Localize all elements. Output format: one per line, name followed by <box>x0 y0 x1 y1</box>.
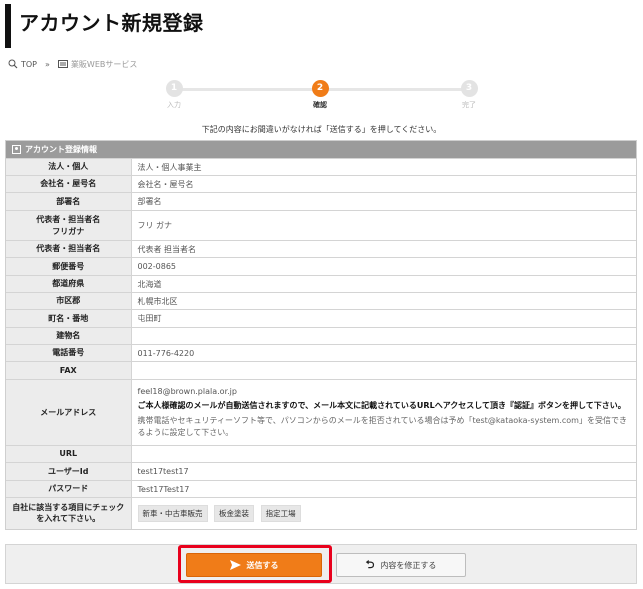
row-label: 都道府県 <box>6 275 132 293</box>
row-value <box>131 445 636 463</box>
row-label: 代表者・担当者名 フリガナ <box>6 210 132 241</box>
row-label-line2: フリガナ <box>52 226 85 236</box>
breadcrumb: TOP » 業販WEBサービス <box>8 58 137 70</box>
row-label-line1: 代表者・担当者名 <box>36 214 101 224</box>
form-header-title: アカウント登録情報 <box>25 145 97 154</box>
step-complete: 3 完了 <box>449 80 489 110</box>
row-label: 市区郡 <box>6 292 132 310</box>
step-line-2 <box>322 88 462 91</box>
tags-cell: 新車・中古車販売 板金塗装 指定工場 <box>131 497 636 529</box>
table-row: 会社名・屋号名 会社名・屋号名 <box>6 175 636 193</box>
top-icon <box>8 59 18 69</box>
list-icon <box>57 60 68 68</box>
page-title: アカウント新規登録 <box>5 4 305 48</box>
table-row: URL <box>6 445 636 463</box>
step-1-label: 入力 <box>167 101 181 109</box>
row-label: FAX <box>6 361 132 380</box>
row-value: 屯田町 <box>131 309 636 328</box>
table-row: 自社に該当する項目にチェック を入れて下さい。 新車・中古車販売 板金塗装 指定… <box>6 497 636 529</box>
table-row: パスワード Test17Test17 <box>6 480 636 498</box>
undo-icon: ⮌ <box>365 557 375 571</box>
tag-body-paint: 板金塗装 <box>214 504 255 522</box>
row-value: 代表者 担当者名 <box>131 240 636 258</box>
email-address: feel18@brown.plala.or.jp <box>137 386 237 396</box>
row-value: 法人・個人事業主 <box>131 158 636 176</box>
row-value: 011-776-4220 <box>131 344 636 362</box>
step-2-label: 確認 <box>313 101 327 109</box>
step-1-circle: 1 <box>165 80 183 97</box>
button-bar: 送信する ⮌ 内容を修正する <box>5 544 637 584</box>
tag-designated-factory: 指定工場 <box>260 504 301 522</box>
account-info-table: アカウント登録情報 法人・個人 法人・個人事業主 会社名・屋号名 会社名・屋号名… <box>5 140 637 530</box>
table-row: 代表者・担当者名 代表者 担当者名 <box>6 240 636 258</box>
row-label: 郵便番号 <box>6 257 132 276</box>
edit-button[interactable]: ⮌ 内容を修正する <box>336 553 466 577</box>
tag-new-used-sales: 新車・中古車販売 <box>137 504 208 522</box>
row-label: 建物名 <box>6 327 132 345</box>
email-cell: feel18@brown.plala.or.jp ご本人様確認のメールが自動送信… <box>131 379 636 446</box>
row-label: URL <box>6 445 132 463</box>
step-3-label: 完了 <box>462 101 476 109</box>
row-value: test17test17 <box>131 462 636 481</box>
row-value: 札幌市北区 <box>131 292 636 310</box>
user-icon <box>12 145 21 154</box>
table-row: 電話番号 011-776-4220 <box>6 344 636 362</box>
send-icon <box>229 560 241 570</box>
row-value: Test17Test17 <box>131 480 636 498</box>
table-row: 代表者・担当者名 フリガナ フリ ガナ <box>6 210 636 241</box>
table-row: 町名・番地 屯田町 <box>6 309 636 328</box>
table-row: 都道府県 北海道 <box>6 275 636 293</box>
table-row: 郵便番号 002-0865 <box>6 257 636 276</box>
table-row: メールアドレス feel18@brown.plala.or.jp ご本人様確認の… <box>6 379 636 446</box>
row-value: 会社名・屋号名 <box>131 175 636 193</box>
edit-button-label: 内容を修正する <box>380 560 437 570</box>
table-row: 建物名 <box>6 327 636 345</box>
row-value: フリ ガナ <box>131 210 636 241</box>
step-confirm: 2 確認 <box>300 80 340 110</box>
email-notice: ご本人様確認のメールが自動送信されますので、メール本文に記載されているURLへア… <box>137 400 626 410</box>
email-note: 携帯電話やセキュリティーソフト等で、パソコンからのメールを拒否されている場合は予… <box>137 415 627 437</box>
table-row: ユーザーId test17test17 <box>6 462 636 481</box>
instruction-text: 下記の内容にお間違いがなければ「送信する」を押してください。 <box>201 125 442 134</box>
row-label: ユーザーId <box>6 462 132 481</box>
row-label: 代表者・担当者名 <box>6 240 132 258</box>
row-label: 会社名・屋号名 <box>6 175 132 193</box>
table-row: 部署名 部署名 <box>6 192 636 211</box>
form-header: アカウント登録情報 <box>6 141 636 158</box>
row-label-line2: を入れて下さい。 <box>36 514 101 524</box>
table-row: FAX <box>6 361 636 380</box>
row-value <box>131 327 636 345</box>
row-label: メールアドレス <box>6 379 132 446</box>
table-row: 法人・個人 法人・個人事業主 <box>6 158 636 176</box>
send-button-label: 送信する <box>246 560 279 570</box>
row-label: 法人・個人 <box>6 158 132 176</box>
page-title-text: アカウント新規登録 <box>19 11 204 35</box>
step-3-circle: 3 <box>460 80 478 97</box>
step-input: 1 入力 <box>154 80 194 110</box>
row-label: 部署名 <box>6 192 132 211</box>
table-row: 市区郡 札幌市北区 <box>6 292 636 310</box>
row-label: パスワード <box>6 480 132 498</box>
step-2-circle: 2 <box>311 80 329 97</box>
row-label: 電話番号 <box>6 344 132 362</box>
send-button[interactable]: 送信する <box>186 553 322 577</box>
row-label: 自社に該当する項目にチェック を入れて下さい。 <box>6 497 132 529</box>
breadcrumb-separator: » <box>45 59 50 69</box>
row-value: 002-0865 <box>131 257 636 276</box>
progress-steps: 1 入力 2 確認 3 完了 <box>162 80 482 114</box>
row-value: 北海道 <box>131 275 636 293</box>
row-value <box>131 361 636 380</box>
row-label-line1: 自社に該当する項目にチェック <box>12 502 125 512</box>
breadcrumb-current: 業販WEBサービス <box>70 59 138 69</box>
breadcrumb-top-link[interactable]: TOP <box>21 60 37 69</box>
row-label: 町名・番地 <box>6 309 132 328</box>
row-value: 部署名 <box>131 192 636 211</box>
